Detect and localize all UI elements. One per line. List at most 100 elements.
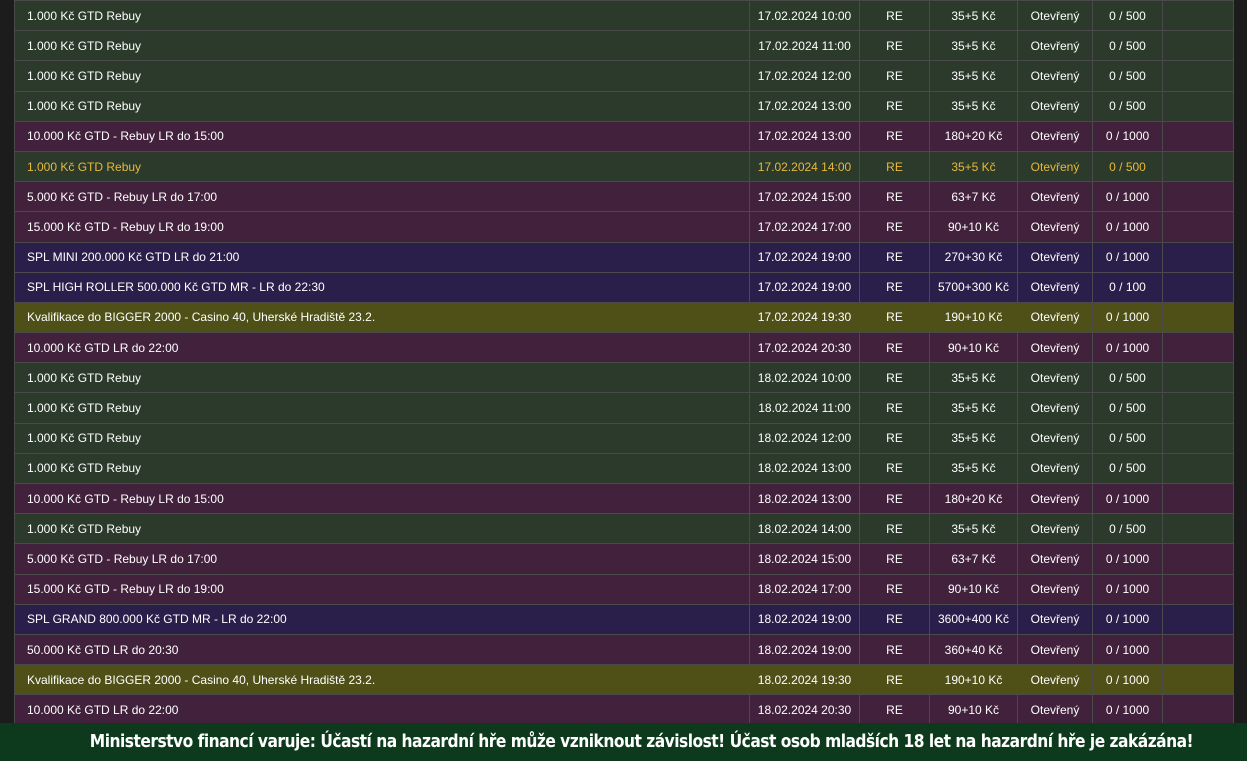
tournament-name: 1.000 Kč GTD Rebuy — [14, 453, 750, 485]
player-count: 0 / 1000 — [1092, 694, 1163, 726]
buy-in: 35+5 Kč — [929, 91, 1018, 122]
row-action-cell[interactable] — [1162, 242, 1234, 273]
registration-status: Otevřený — [1017, 423, 1093, 454]
tournament-row[interactable]: 1.000 Kč GTD Rebuy 18.02.2024 10:00 RE 35+5… — [14, 362, 1234, 394]
row-action-cell[interactable] — [1162, 272, 1234, 303]
player-count: 0 / 1000 — [1092, 302, 1163, 334]
row-action-cell[interactable] — [1162, 483, 1234, 515]
row-action-cell[interactable] — [1162, 211, 1234, 243]
row-action-cell[interactable] — [1162, 30, 1234, 62]
player-count: 0 / 500 — [1092, 423, 1163, 454]
tournament-row[interactable]: 10.000 Kč GTD - Rebuy LR do 15:00 18.02.2… — [14, 483, 1234, 515]
player-count: 0 / 1000 — [1092, 483, 1163, 515]
tournament-name: Kvalifikace do BIGGER 2000 - Casino 40, … — [14, 664, 750, 696]
registration-status: Otevřený — [1017, 634, 1093, 666]
tournament-row[interactable]: 10.000 Kč GTD LR do 22:00 17.02.2024 20:3… — [14, 332, 1234, 364]
registration-status: Otevřený — [1017, 574, 1093, 605]
tournament-row[interactable]: 1.000 Kč GTD Rebuy 18.02.2024 11:00 RE 35+5… — [14, 392, 1234, 424]
player-count: 0 / 1000 — [1092, 543, 1163, 575]
tournament-row[interactable]: 1.000 Kč GTD Rebuy 17.02.2024 11:00 RE 35+5… — [14, 30, 1234, 62]
tournament-row[interactable]: 10.000 Kč GTD - Rebuy LR do 15:00 17.02.2… — [14, 121, 1234, 152]
tournament-row[interactable]: 1.000 Kč GTD Rebuy 18.02.2024 13:00 RE 35+5… — [14, 453, 1234, 485]
tournament-row[interactable]: 1.000 Kč GTD Rebuy 17.02.2024 10:00 RE 35+5… — [14, 0, 1234, 32]
tournament-row[interactable]: 5.000 Kč GTD - Rebuy LR do 17:00 18.02.20… — [14, 543, 1234, 575]
tournament-row[interactable]: 1.000 Kč GTD Rebuy 17.02.2024 12:00 RE 35+5… — [14, 60, 1234, 92]
player-count: 0 / 500 — [1092, 30, 1163, 62]
row-action-cell[interactable] — [1162, 543, 1234, 575]
row-action-cell[interactable] — [1162, 453, 1234, 485]
tournament-row[interactable]: 1.000 Kč GTD Rebuy 18.02.2024 12:00 RE 35+5… — [14, 423, 1234, 454]
row-action-cell[interactable] — [1162, 151, 1234, 183]
row-action-cell[interactable] — [1162, 392, 1234, 424]
player-count: 0 / 500 — [1092, 513, 1163, 545]
tournament-name: 10.000 Kč GTD - Rebuy LR do 15:00 — [14, 483, 750, 515]
start-time: 17.02.2024 10:00 — [749, 0, 860, 32]
game-type: RE — [859, 242, 930, 273]
tournament-row[interactable]: Kvalifikace do BIGGER 2000 - Casino 40, … — [14, 302, 1234, 334]
start-time: 18.02.2024 13:00 — [749, 483, 860, 515]
player-count: 0 / 500 — [1092, 60, 1163, 92]
tournament-row[interactable]: SPL MINI 200.000 Kč GTD LR do 21:00 17.02… — [14, 242, 1234, 273]
row-action-cell[interactable] — [1162, 181, 1234, 213]
buy-in: 270+30 Kč — [929, 242, 1018, 273]
row-action-cell[interactable] — [1162, 664, 1234, 696]
tournament-row[interactable]: 10.000 Kč GTD LR do 22:00 18.02.2024 20:3… — [14, 694, 1234, 726]
game-type: RE — [859, 121, 930, 152]
tournament-row[interactable]: Kvalifikace do BIGGER 2000 - Casino 40, … — [14, 664, 1234, 696]
row-action-cell[interactable] — [1162, 302, 1234, 334]
row-action-cell[interactable] — [1162, 634, 1234, 666]
row-action-cell[interactable] — [1162, 604, 1234, 635]
tournament-row[interactable]: SPL GRAND 800.000 Kč GTD MR - LR do 22:0… — [14, 604, 1234, 635]
row-action-cell[interactable] — [1162, 60, 1234, 92]
row-action-cell[interactable] — [1162, 362, 1234, 394]
start-time: 17.02.2024 14:00 — [749, 151, 860, 183]
row-action-cell[interactable] — [1162, 423, 1234, 454]
tournament-name: 1.000 Kč GTD Rebuy — [14, 513, 750, 545]
tournament-name: 10.000 Kč GTD LR do 22:00 — [14, 694, 750, 726]
registration-status: Otevřený — [1017, 91, 1093, 122]
row-action-cell[interactable] — [1162, 694, 1234, 726]
start-time: 18.02.2024 19:00 — [749, 634, 860, 666]
row-action-cell[interactable] — [1162, 0, 1234, 32]
player-count: 0 / 100 — [1092, 272, 1163, 303]
game-type: RE — [859, 272, 930, 303]
tournament-name: 1.000 Kč GTD Rebuy — [14, 392, 750, 424]
player-count: 0 / 500 — [1092, 151, 1163, 183]
registration-status: Otevřený — [1017, 392, 1093, 424]
tournament-name: 5.000 Kč GTD - Rebuy LR do 17:00 — [14, 181, 750, 213]
buy-in: 35+5 Kč — [929, 423, 1018, 454]
row-action-cell[interactable] — [1162, 513, 1234, 545]
buy-in: 35+5 Kč — [929, 392, 1018, 424]
tournament-name: SPL MINI 200.000 Kč GTD LR do 21:00 — [14, 242, 750, 273]
tournament-name: 1.000 Kč GTD Rebuy — [14, 91, 750, 122]
row-action-cell[interactable] — [1162, 574, 1234, 605]
tournament-row[interactable]: 15.000 Kč GTD - Rebuy LR do 19:00 18.02.2… — [14, 574, 1234, 605]
tournament-row[interactable]: 50.000 Kč GTD LR do 20:30 18.02.2024 19:0… — [14, 634, 1234, 666]
tournament-name: SPL HIGH ROLLER 500.000 Kč GTD MR - LR d… — [14, 272, 750, 303]
start-time: 18.02.2024 11:00 — [749, 392, 860, 424]
row-action-cell[interactable] — [1162, 91, 1234, 122]
start-time: 17.02.2024 19:30 — [749, 302, 860, 334]
registration-status: Otevřený — [1017, 604, 1093, 635]
tournament-row[interactable]: 1.000 Kč GTD Rebuy 18.02.2024 14:00 RE 35+5… — [14, 513, 1234, 545]
tournament-row[interactable]: 1.000 Kč GTD Rebuy 17.02.2024 14:00 RE 35+5… — [14, 151, 1234, 183]
buy-in: 190+10 Kč — [929, 302, 1018, 334]
gambling-warning-text: Ministerstvo financí varuje: Účastí na h… — [89, 731, 1194, 752]
row-action-cell[interactable] — [1162, 332, 1234, 364]
start-time: 18.02.2024 19:30 — [749, 664, 860, 696]
game-type: RE — [859, 694, 930, 726]
player-count: 0 / 1000 — [1092, 664, 1163, 696]
registration-status: Otevřený — [1017, 483, 1093, 515]
game-type: RE — [859, 302, 930, 334]
tournament-row[interactable]: SPL HIGH ROLLER 500.000 Kč GTD MR - LR d… — [14, 272, 1234, 303]
game-type: RE — [859, 181, 930, 213]
registration-status: Otevřený — [1017, 694, 1093, 726]
tournament-row[interactable]: 15.000 Kč GTD - Rebuy LR do 19:00 17.02.2… — [14, 211, 1234, 243]
game-type: RE — [859, 453, 930, 485]
tournament-row[interactable]: 1.000 Kč GTD Rebuy 17.02.2024 13:00 RE 35+5… — [14, 91, 1234, 122]
tournament-rows: 1.000 Kč GTD Rebuy 17.02.2024 10:00 RE 35+5… — [14, 0, 1234, 726]
row-action-cell[interactable] — [1162, 121, 1234, 152]
tournament-row[interactable]: 5.000 Kč GTD - Rebuy LR do 17:00 17.02.20… — [14, 181, 1234, 213]
game-type: RE — [859, 604, 930, 635]
tournament-name: 10.000 Kč GTD - Rebuy LR do 15:00 — [14, 121, 750, 152]
